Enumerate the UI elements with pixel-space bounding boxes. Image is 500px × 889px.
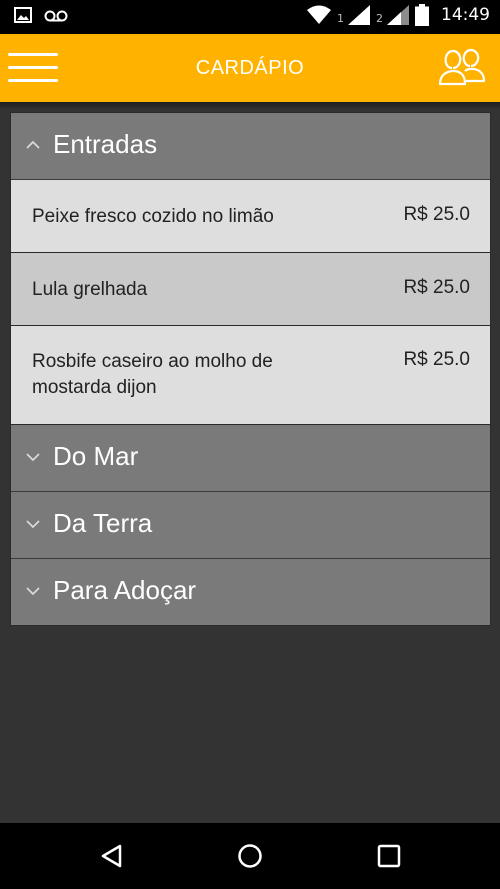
group-header-para-adocar[interactable]: Para Adoçar — [11, 559, 490, 625]
voicemail-icon — [44, 10, 68, 22]
battery-icon — [415, 4, 429, 26]
group-header-entradas[interactable]: Entradas — [11, 113, 490, 180]
item-price: R$ 25.0 — [403, 277, 470, 298]
navigation-bar — [0, 823, 500, 889]
item-price: R$ 25.0 — [403, 349, 470, 370]
group-label: Entradas — [53, 129, 158, 159]
app-bar: CARDÁPIO — [0, 34, 500, 102]
chevron-down-icon — [26, 453, 40, 462]
item-name: Rosbife caseiro ao molho de mostarda dij… — [32, 351, 273, 398]
item-name: Lula grelhada — [32, 279, 148, 300]
item-name: Peixe fresco cozido no limão — [32, 206, 274, 227]
sim2-label: 2 — [376, 11, 383, 25]
image-icon — [14, 7, 32, 23]
group-label: Para Adoçar — [53, 575, 197, 605]
group-header-da-terra[interactable]: Da Terra — [11, 492, 490, 559]
chevron-down-icon — [26, 587, 40, 596]
list-item[interactable]: Lula grelhada R$ 25.0 — [11, 253, 490, 326]
chevron-down-icon — [26, 520, 40, 529]
list-item[interactable]: Peixe fresco cozido no limão R$ 25.0 — [11, 180, 490, 253]
signal-icon — [348, 5, 370, 25]
group-label: Do Mar — [53, 441, 139, 471]
list-item[interactable]: Rosbife caseiro ao molho de mostarda dij… — [11, 326, 490, 425]
back-icon[interactable] — [97, 841, 127, 871]
users-icon[interactable] — [438, 48, 486, 88]
wifi-icon — [307, 5, 331, 24]
home-icon[interactable] — [235, 841, 265, 871]
menu-list: Entradas Peixe fresco cozido no limão R$… — [10, 112, 491, 626]
item-price: R$ 25.0 — [403, 204, 470, 225]
status-bar: 1 2 14:49 — [0, 0, 500, 34]
clock: 14:49 — [441, 5, 490, 25]
app-bar-shadow — [0, 102, 500, 110]
page-title: CARDÁPIO — [195, 57, 305, 79]
recents-icon[interactable] — [374, 841, 404, 871]
sim1-label: 1 — [337, 11, 344, 25]
chevron-up-icon — [26, 140, 40, 149]
group-header-do-mar[interactable]: Do Mar — [11, 425, 490, 492]
group-label: Da Terra — [53, 508, 153, 538]
signal-icon — [387, 5, 409, 25]
